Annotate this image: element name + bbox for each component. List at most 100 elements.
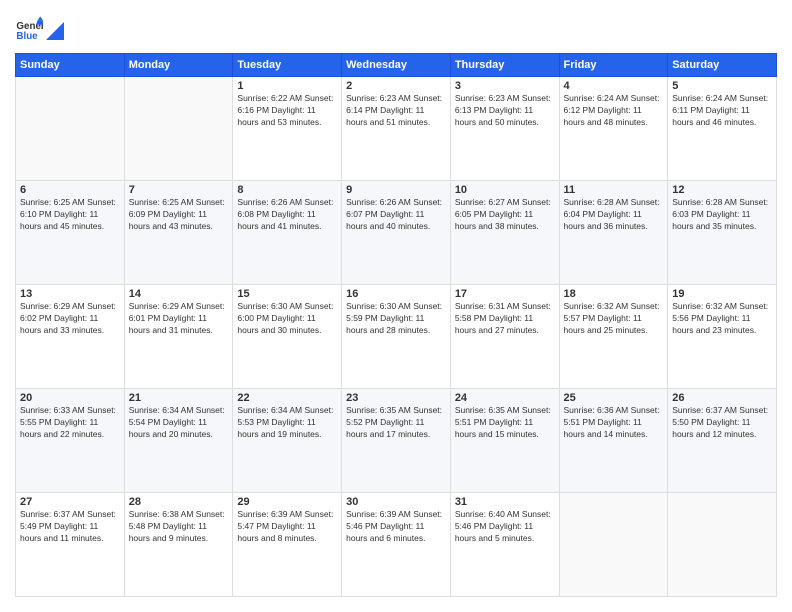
calendar-week-row: 1Sunrise: 6:22 AM Sunset: 6:16 PM Daylig… [16, 77, 777, 181]
logo-triangle [46, 22, 64, 40]
day-info: Sunrise: 6:25 AM Sunset: 6:10 PM Dayligh… [20, 197, 120, 233]
day-number: 31 [455, 496, 555, 508]
day-number: 17 [455, 288, 555, 300]
weekday-header: Wednesday [342, 54, 451, 77]
calendar-cell [124, 77, 233, 181]
day-number: 15 [237, 288, 337, 300]
calendar-cell: 17Sunrise: 6:31 AM Sunset: 5:58 PM Dayli… [450, 285, 559, 389]
calendar-cell: 8Sunrise: 6:26 AM Sunset: 6:08 PM Daylig… [233, 181, 342, 285]
calendar-week-row: 6Sunrise: 6:25 AM Sunset: 6:10 PM Daylig… [16, 181, 777, 285]
calendar-cell [559, 493, 668, 597]
day-number: 8 [237, 184, 337, 196]
calendar-week-row: 13Sunrise: 6:29 AM Sunset: 6:02 PM Dayli… [16, 285, 777, 389]
calendar-cell: 12Sunrise: 6:28 AM Sunset: 6:03 PM Dayli… [668, 181, 777, 285]
calendar-cell: 30Sunrise: 6:39 AM Sunset: 5:46 PM Dayli… [342, 493, 451, 597]
day-number: 18 [564, 288, 664, 300]
day-info: Sunrise: 6:39 AM Sunset: 5:47 PM Dayligh… [237, 509, 337, 545]
calendar-cell: 7Sunrise: 6:25 AM Sunset: 6:09 PM Daylig… [124, 181, 233, 285]
day-info: Sunrise: 6:32 AM Sunset: 5:57 PM Dayligh… [564, 301, 664, 337]
calendar-cell: 14Sunrise: 6:29 AM Sunset: 6:01 PM Dayli… [124, 285, 233, 389]
calendar-cell: 18Sunrise: 6:32 AM Sunset: 5:57 PM Dayli… [559, 285, 668, 389]
header: General Blue [15, 15, 777, 43]
day-info: Sunrise: 6:35 AM Sunset: 5:51 PM Dayligh… [455, 405, 555, 441]
day-number: 21 [129, 392, 229, 404]
weekday-header: Friday [559, 54, 668, 77]
weekday-header: Saturday [668, 54, 777, 77]
day-info: Sunrise: 6:34 AM Sunset: 5:54 PM Dayligh… [129, 405, 229, 441]
day-number: 5 [672, 80, 772, 92]
day-number: 16 [346, 288, 446, 300]
calendar-cell: 15Sunrise: 6:30 AM Sunset: 6:00 PM Dayli… [233, 285, 342, 389]
day-number: 4 [564, 80, 664, 92]
logo: General Blue [15, 15, 64, 43]
day-info: Sunrise: 6:38 AM Sunset: 5:48 PM Dayligh… [129, 509, 229, 545]
day-number: 29 [237, 496, 337, 508]
day-number: 12 [672, 184, 772, 196]
calendar-cell: 26Sunrise: 6:37 AM Sunset: 5:50 PM Dayli… [668, 389, 777, 493]
calendar-cell [16, 77, 125, 181]
calendar-cell: 11Sunrise: 6:28 AM Sunset: 6:04 PM Dayli… [559, 181, 668, 285]
calendar-header-row: SundayMondayTuesdayWednesdayThursdayFrid… [16, 54, 777, 77]
day-info: Sunrise: 6:24 AM Sunset: 6:11 PM Dayligh… [672, 93, 772, 129]
day-number: 20 [20, 392, 120, 404]
day-info: Sunrise: 6:31 AM Sunset: 5:58 PM Dayligh… [455, 301, 555, 337]
day-info: Sunrise: 6:28 AM Sunset: 6:03 PM Dayligh… [672, 197, 772, 233]
calendar-cell: 27Sunrise: 6:37 AM Sunset: 5:49 PM Dayli… [16, 493, 125, 597]
day-number: 22 [237, 392, 337, 404]
calendar-cell: 31Sunrise: 6:40 AM Sunset: 5:46 PM Dayli… [450, 493, 559, 597]
calendar-cell: 22Sunrise: 6:34 AM Sunset: 5:53 PM Dayli… [233, 389, 342, 493]
day-number: 24 [455, 392, 555, 404]
weekday-header: Thursday [450, 54, 559, 77]
calendar-cell: 4Sunrise: 6:24 AM Sunset: 6:12 PM Daylig… [559, 77, 668, 181]
page: General Blue SundayMondayTuesdayW [0, 0, 792, 612]
calendar-cell: 16Sunrise: 6:30 AM Sunset: 5:59 PM Dayli… [342, 285, 451, 389]
day-number: 7 [129, 184, 229, 196]
day-number: 26 [672, 392, 772, 404]
calendar-week-row: 20Sunrise: 6:33 AM Sunset: 5:55 PM Dayli… [16, 389, 777, 493]
day-info: Sunrise: 6:34 AM Sunset: 5:53 PM Dayligh… [237, 405, 337, 441]
day-number: 13 [20, 288, 120, 300]
weekday-header: Tuesday [233, 54, 342, 77]
day-info: Sunrise: 6:37 AM Sunset: 5:50 PM Dayligh… [672, 405, 772, 441]
day-number: 19 [672, 288, 772, 300]
day-number: 2 [346, 80, 446, 92]
weekday-header: Sunday [16, 54, 125, 77]
calendar-cell: 25Sunrise: 6:36 AM Sunset: 5:51 PM Dayli… [559, 389, 668, 493]
day-info: Sunrise: 6:39 AM Sunset: 5:46 PM Dayligh… [346, 509, 446, 545]
day-info: Sunrise: 6:37 AM Sunset: 5:49 PM Dayligh… [20, 509, 120, 545]
day-info: Sunrise: 6:28 AM Sunset: 6:04 PM Dayligh… [564, 197, 664, 233]
calendar-cell: 9Sunrise: 6:26 AM Sunset: 6:07 PM Daylig… [342, 181, 451, 285]
day-number: 27 [20, 496, 120, 508]
svg-text:Blue: Blue [16, 31, 38, 42]
calendar-table: SundayMondayTuesdayWednesdayThursdayFrid… [15, 53, 777, 597]
calendar-body: 1Sunrise: 6:22 AM Sunset: 6:16 PM Daylig… [16, 77, 777, 597]
day-info: Sunrise: 6:29 AM Sunset: 6:01 PM Dayligh… [129, 301, 229, 337]
day-number: 10 [455, 184, 555, 196]
day-info: Sunrise: 6:23 AM Sunset: 6:14 PM Dayligh… [346, 93, 446, 129]
day-number: 6 [20, 184, 120, 196]
day-number: 3 [455, 80, 555, 92]
day-number: 25 [564, 392, 664, 404]
day-info: Sunrise: 6:32 AM Sunset: 5:56 PM Dayligh… [672, 301, 772, 337]
day-info: Sunrise: 6:33 AM Sunset: 5:55 PM Dayligh… [20, 405, 120, 441]
day-info: Sunrise: 6:27 AM Sunset: 6:05 PM Dayligh… [455, 197, 555, 233]
logo-icon: General Blue [15, 15, 43, 43]
calendar-cell: 3Sunrise: 6:23 AM Sunset: 6:13 PM Daylig… [450, 77, 559, 181]
day-info: Sunrise: 6:25 AM Sunset: 6:09 PM Dayligh… [129, 197, 229, 233]
day-info: Sunrise: 6:29 AM Sunset: 6:02 PM Dayligh… [20, 301, 120, 337]
calendar-cell: 1Sunrise: 6:22 AM Sunset: 6:16 PM Daylig… [233, 77, 342, 181]
calendar-cell: 5Sunrise: 6:24 AM Sunset: 6:11 PM Daylig… [668, 77, 777, 181]
calendar-cell: 2Sunrise: 6:23 AM Sunset: 6:14 PM Daylig… [342, 77, 451, 181]
day-number: 23 [346, 392, 446, 404]
day-info: Sunrise: 6:30 AM Sunset: 6:00 PM Dayligh… [237, 301, 337, 337]
day-number: 28 [129, 496, 229, 508]
day-info: Sunrise: 6:40 AM Sunset: 5:46 PM Dayligh… [455, 509, 555, 545]
calendar-cell: 10Sunrise: 6:27 AM Sunset: 6:05 PM Dayli… [450, 181, 559, 285]
day-info: Sunrise: 6:30 AM Sunset: 5:59 PM Dayligh… [346, 301, 446, 337]
weekday-header: Monday [124, 54, 233, 77]
calendar-cell: 28Sunrise: 6:38 AM Sunset: 5:48 PM Dayli… [124, 493, 233, 597]
day-info: Sunrise: 6:22 AM Sunset: 6:16 PM Dayligh… [237, 93, 337, 129]
day-info: Sunrise: 6:36 AM Sunset: 5:51 PM Dayligh… [564, 405, 664, 441]
day-number: 9 [346, 184, 446, 196]
calendar-cell: 29Sunrise: 6:39 AM Sunset: 5:47 PM Dayli… [233, 493, 342, 597]
